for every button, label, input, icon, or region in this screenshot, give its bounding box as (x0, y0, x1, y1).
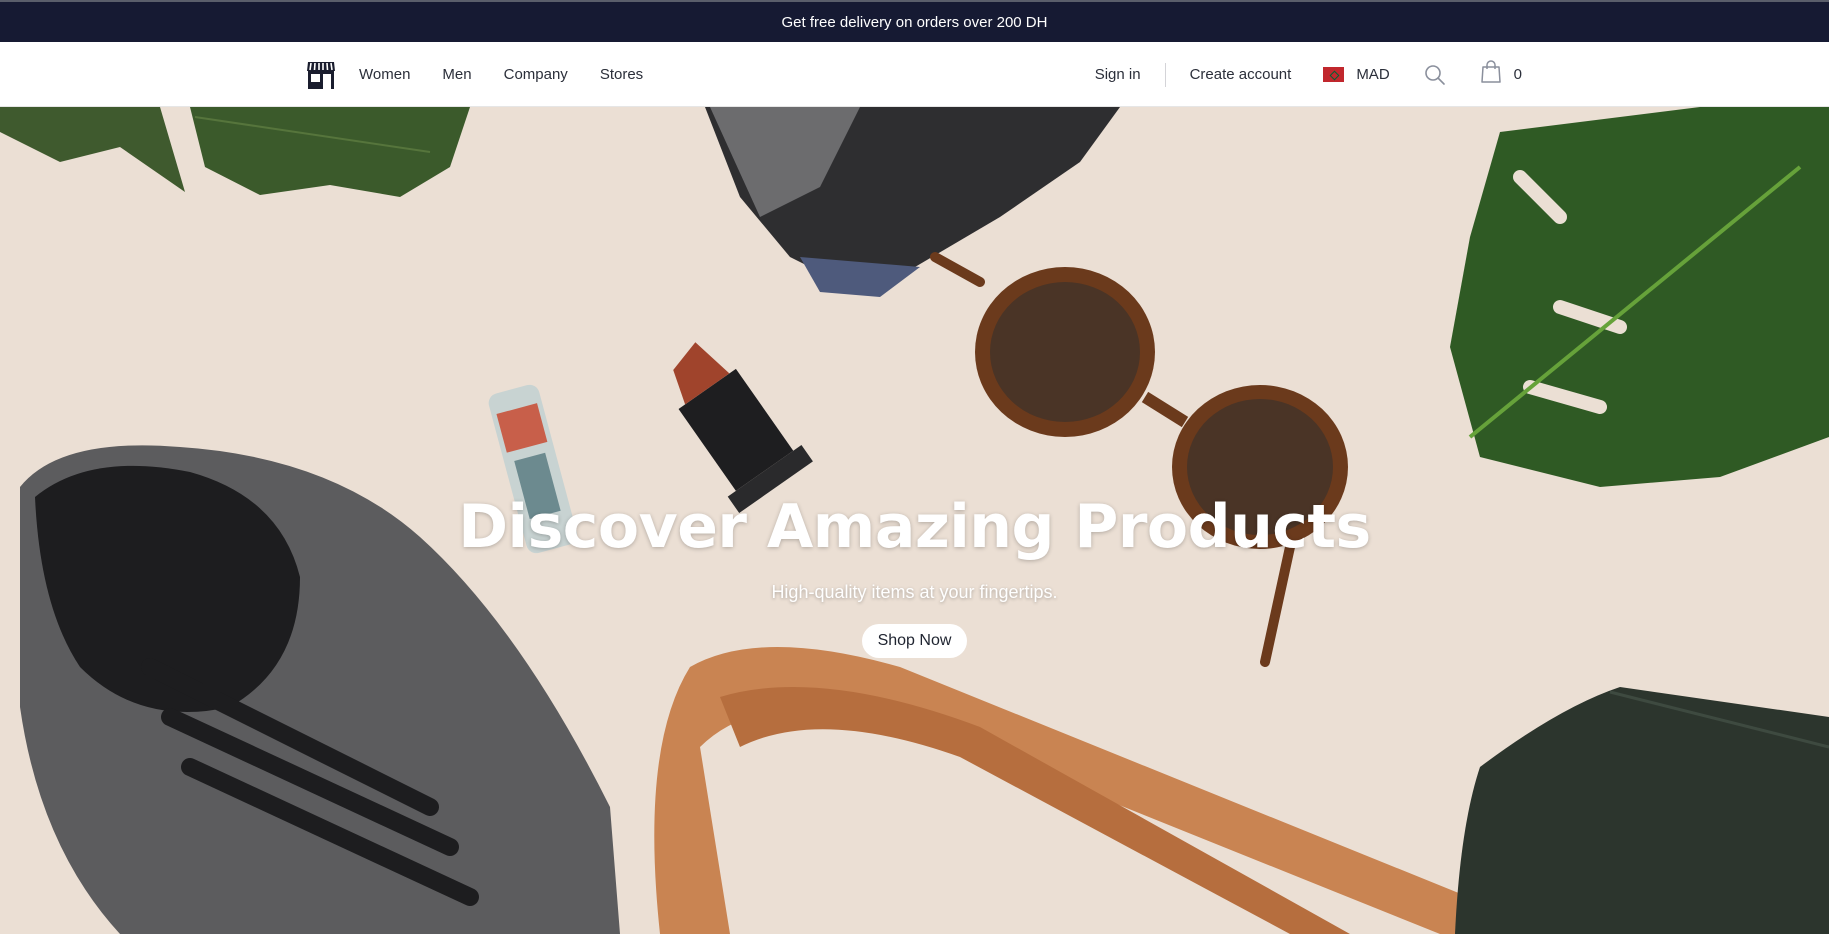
nav-link-stores[interactable]: Stores (600, 66, 643, 83)
primary-nav: Women Men Company Stores (359, 66, 675, 83)
nav-link-men[interactable]: Men (442, 66, 471, 83)
cart-button[interactable]: 0 (1480, 60, 1522, 89)
hero-section: Discover Amazing Products High-quality i… (0, 107, 1829, 934)
storefront-icon[interactable] (305, 59, 337, 91)
shopping-bag-icon (1480, 60, 1502, 89)
cart-count: 0 (1513, 66, 1522, 83)
search-icon[interactable] (1423, 63, 1447, 87)
shop-now-button[interactable]: Shop Now (861, 624, 968, 658)
sign-in-link[interactable]: Sign in (1095, 66, 1141, 83)
navbar-actions: Sign in Create account MAD 0 (1095, 60, 1522, 89)
hero-title: Discover Amazing Products (458, 492, 1371, 562)
nav-link-company[interactable]: Company (504, 66, 568, 83)
currency-code: MAD (1356, 66, 1390, 83)
main-navbar: Women Men Company Stores Sign in Create … (0, 42, 1829, 107)
promo-text: Get free delivery on orders over 200 DH (781, 13, 1048, 31)
morocco-flag-icon (1323, 67, 1345, 82)
nav-divider (1164, 62, 1166, 87)
currency-selector[interactable]: MAD (1323, 66, 1390, 83)
hero-subtitle: High-quality items at your fingertips. (771, 582, 1058, 602)
hero-content: Discover Amazing Products High-quality i… (0, 492, 1829, 658)
navbar-inner: Women Men Company Stores Sign in Create … (305, 42, 1522, 107)
create-account-link[interactable]: Create account (1190, 66, 1292, 83)
promo-banner: Get free delivery on orders over 200 DH (0, 2, 1829, 42)
nav-link-women[interactable]: Women (359, 66, 410, 83)
